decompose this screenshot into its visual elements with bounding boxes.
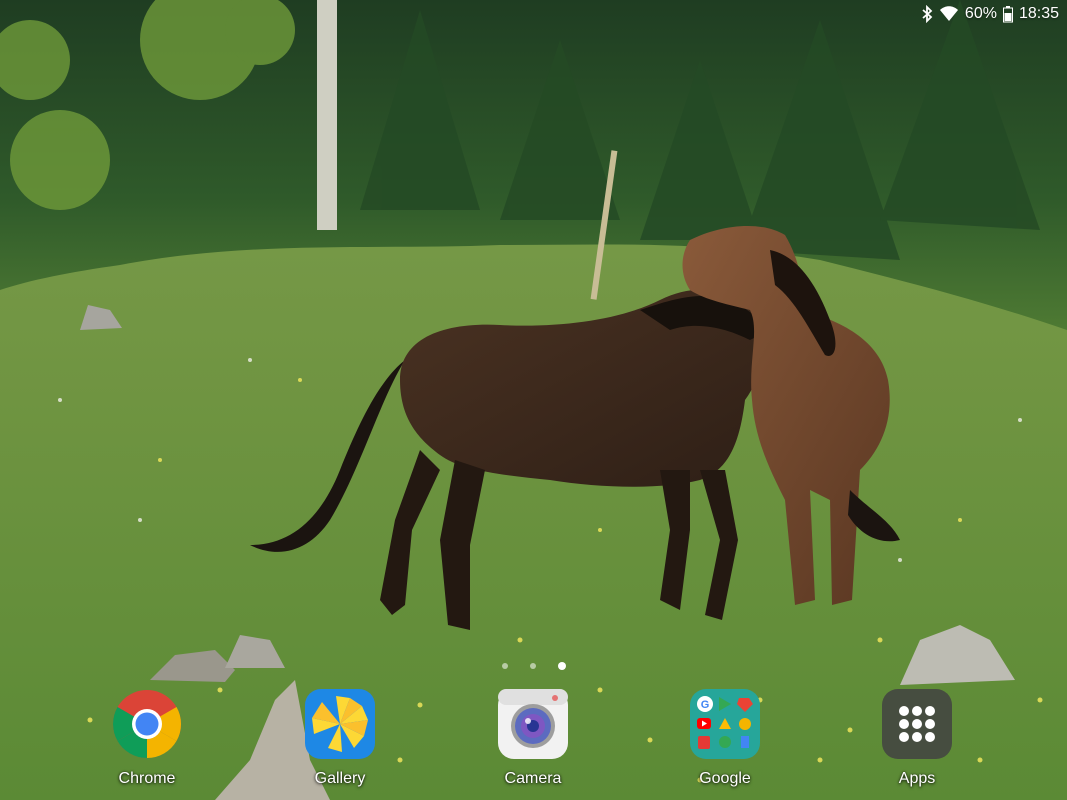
apps-grid-icon bbox=[882, 689, 952, 759]
page-dot bbox=[529, 663, 536, 669]
page-dot-active bbox=[557, 662, 566, 670]
bluetooth-icon bbox=[921, 5, 933, 23]
page-indicator bbox=[0, 662, 1067, 670]
app-label: Camera bbox=[504, 770, 562, 787]
chrome-icon bbox=[112, 690, 182, 759]
app-apps-drawer[interactable]: Apps bbox=[862, 688, 972, 788]
app-chrome[interactable]: Chrome bbox=[92, 688, 202, 788]
app-dock: Chrome Gallery Camera G Google Apps bbox=[0, 688, 1067, 793]
battery-icon bbox=[1002, 5, 1013, 23]
clock: 18:35 bbox=[1018, 5, 1059, 22]
status-bar: 60% 18:35 bbox=[0, 0, 1067, 28]
app-label: Apps bbox=[898, 770, 936, 787]
app-camera[interactable]: Camera bbox=[478, 688, 588, 788]
app-label: Gallery bbox=[314, 770, 366, 787]
svg-text:G: G bbox=[701, 699, 710, 711]
google-folder-icon: G bbox=[690, 689, 760, 759]
app-gallery[interactable]: Gallery bbox=[285, 688, 395, 788]
camera-icon bbox=[498, 689, 568, 759]
wifi-icon bbox=[939, 5, 959, 23]
app-google-folder[interactable]: G Google bbox=[670, 688, 780, 788]
battery-percentage: 60% bbox=[964, 5, 997, 22]
app-label: Google bbox=[699, 770, 751, 787]
app-label: Chrome bbox=[118, 770, 176, 787]
gallery-icon bbox=[305, 689, 375, 759]
wallpaper-background bbox=[0, 0, 1067, 800]
page-dot bbox=[501, 663, 508, 669]
